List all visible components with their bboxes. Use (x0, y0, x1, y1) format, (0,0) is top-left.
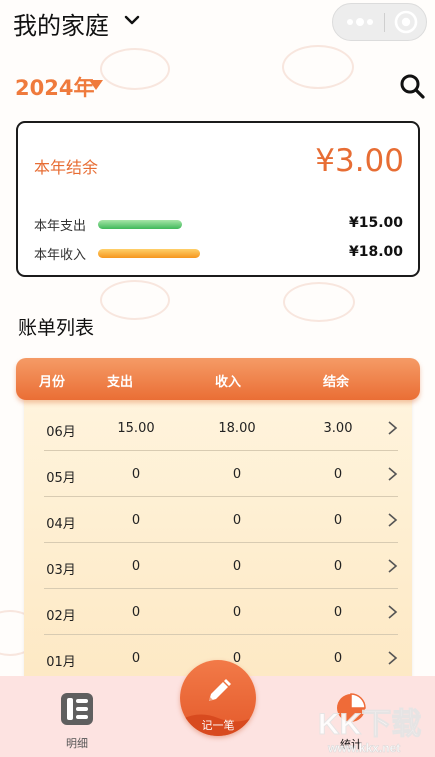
balance-cell: 0 (333, 513, 343, 528)
search-icon[interactable] (399, 73, 425, 99)
income-cell: 0 (232, 559, 242, 574)
table-row[interactable]: 05月 0 0 0 (44, 451, 398, 497)
list-title: 账单列表 (18, 317, 95, 339)
svg-text:KK下载: KK下载 (318, 708, 421, 741)
table-row[interactable]: 03月 0 0 0 (44, 543, 398, 589)
income-cell: 18.00 (218, 421, 256, 436)
month-cell: 01月 (46, 655, 76, 670)
list-header: 月份 支出 收入 结余 (16, 358, 420, 400)
top-bar: 我的家庭 (0, 0, 435, 52)
table-row[interactable]: 04月 0 0 0 (44, 497, 398, 543)
expense-label: 本年支出 (34, 219, 87, 234)
balance-cell: 0 (333, 559, 343, 574)
expense-cell: 0 (131, 513, 141, 528)
chevron-right-icon[interactable] (386, 605, 398, 619)
balance-cell: 0 (333, 467, 343, 482)
income-cell: 0 (232, 513, 242, 528)
balance-value: ¥3.00 (315, 143, 404, 179)
watermark-logo: KK下载 www.kkx.net (318, 708, 422, 756)
month-cell: 06月 (46, 425, 76, 440)
income-value: ¥18.00 (348, 244, 403, 260)
capsule-divider (384, 13, 385, 32)
balance-cell: 3.00 (323, 421, 353, 436)
chevron-right-icon[interactable] (386, 421, 398, 435)
record-button[interactable]: 记一笔 (180, 660, 256, 736)
mini-program-capsule (332, 3, 427, 41)
balance-cell: 0 (333, 605, 343, 620)
pencil-icon (209, 679, 231, 701)
nav-detail-label[interactable]: 明细 (66, 735, 88, 751)
svg-text:www.kkx.net: www.kkx.net (327, 741, 400, 755)
balance-label: 本年结余 (34, 158, 99, 177)
month-cell: 04月 (46, 517, 76, 532)
expense-cell: 15.00 (117, 421, 155, 436)
caret-down-icon[interactable] (88, 79, 104, 91)
month-cell: 02月 (46, 609, 76, 624)
chevron-down-icon[interactable] (124, 12, 140, 28)
table-row[interactable]: 06月 15.00 18.00 3.00 (44, 405, 398, 451)
background-doodle (100, 48, 170, 90)
chevron-right-icon[interactable] (386, 559, 398, 573)
family-title[interactable]: 我的家庭 (13, 6, 109, 41)
expense-cell: 0 (131, 605, 141, 620)
summary-card: 本年结余 ¥3.00 本年支出 ¥15.00 本年收入 ¥18.00 (16, 121, 420, 277)
background-doodle (100, 280, 170, 320)
expense-cell: 0 (131, 651, 141, 666)
list-icon[interactable] (59, 691, 95, 727)
column-header-income: 收入 (214, 375, 241, 390)
background-doodle (283, 282, 355, 322)
column-header-month: 月份 (38, 375, 65, 390)
expense-value: ¥15.00 (348, 215, 403, 231)
income-label: 本年收入 (34, 248, 87, 263)
expense-bar (98, 220, 182, 229)
chevron-right-icon[interactable] (386, 513, 398, 527)
table-row[interactable]: 02月 0 0 0 (44, 589, 398, 635)
column-header-expense: 支出 (106, 375, 133, 390)
chevron-right-icon[interactable] (386, 467, 398, 481)
income-bar (98, 249, 200, 258)
chevron-right-icon[interactable] (386, 651, 398, 665)
expense-cell: 0 (131, 467, 141, 482)
balance-cell: 0 (333, 651, 343, 666)
more-icon[interactable] (343, 10, 377, 34)
expense-cell: 0 (131, 559, 141, 574)
income-cell: 0 (232, 605, 242, 620)
month-cell: 03月 (46, 563, 76, 578)
record-label: 记一笔 (201, 719, 235, 732)
year-selector[interactable]: 2024年 (15, 72, 94, 102)
column-header-balance: 结余 (322, 375, 349, 390)
close-icon[interactable] (393, 9, 419, 35)
income-cell: 0 (232, 467, 242, 482)
month-cell: 05月 (46, 471, 76, 486)
